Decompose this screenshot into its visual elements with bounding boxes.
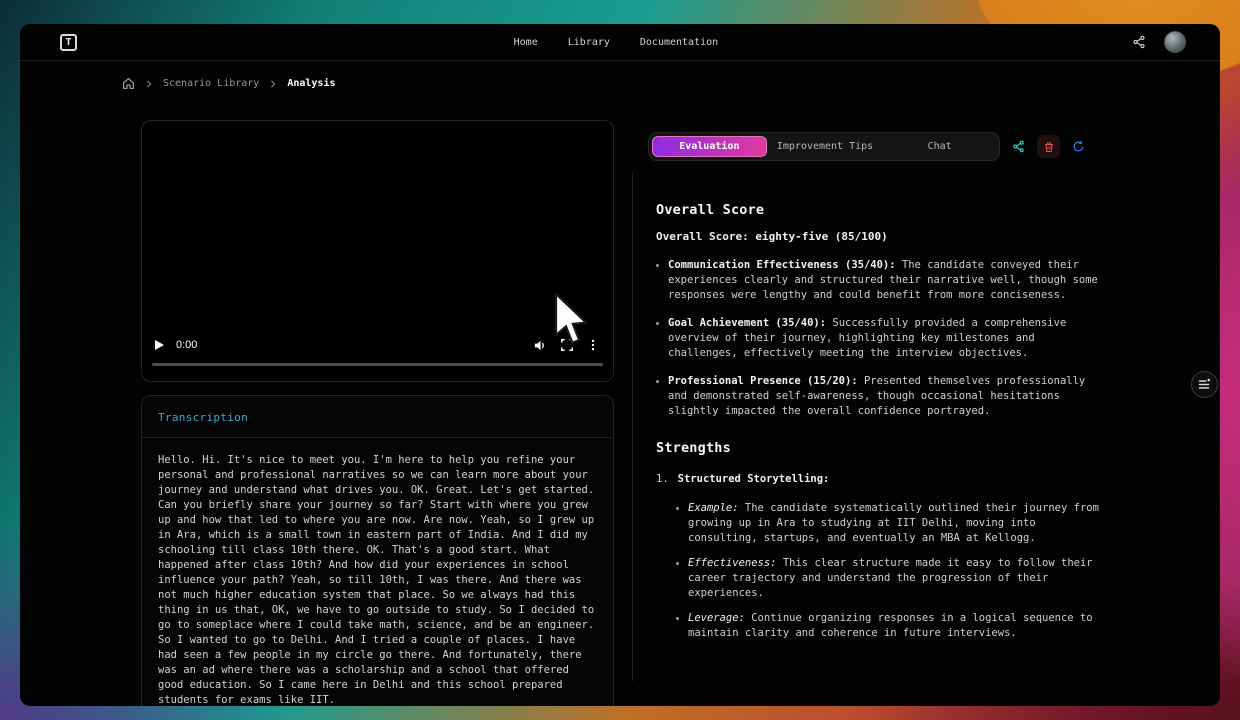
video-progress-bar[interactable] [152,363,603,366]
share-analysis-button[interactable] [1007,135,1030,158]
overall-score-value: Overall Score: eighty-five (85/100) [656,229,1106,244]
main-content: 0:00 [141,120,1220,706]
breadcrumb-scenario-library[interactable]: Scenario Library [163,78,259,89]
nav-item-home[interactable]: Home [514,37,538,48]
tab-row: Evaluation Improvement Tips Chat [648,132,1106,161]
sub-item-label: Leverage: [688,612,745,624]
trash-icon [1043,141,1055,153]
strength-name: Structured Storytelling: [678,472,830,487]
evaluation-content[interactable]: Overall Score Overall Score: eighty-five… [632,173,1106,681]
panel-toggle-button[interactable] [1191,371,1218,398]
tab-improvement-tips[interactable]: Improvement Tips [769,136,882,157]
nav-item-documentation[interactable]: Documentation [640,37,718,48]
refresh-button[interactable] [1067,135,1090,158]
score-list: Communication Effectiveness (35/40): The… [656,258,1106,419]
app-logo[interactable]: T [60,34,77,51]
video-controls: 0:00 [142,331,613,359]
bullet-icon [676,562,679,565]
bullet-icon [676,617,679,620]
nav-links: Home Library Documentation [514,37,719,48]
strength-item-title: 1. Structured Storytelling: [656,472,1106,487]
chevron-right-icon [269,80,277,88]
transcription-panel: Transcription Hello. Hi. It's nice to me… [141,395,614,706]
score-item: Goal Achievement (35/40): Successfully p… [656,316,1106,361]
top-nav: T Home Library Documentation [20,24,1220,61]
breadcrumb-analysis: Analysis [287,78,335,89]
list-item: Example: The candidate systematically ou… [676,501,1106,546]
avatar[interactable] [1164,31,1186,53]
score-item: Communication Effectiveness (35/40): The… [656,258,1106,303]
play-icon[interactable] [155,340,164,350]
breadcrumb: Scenario Library Analysis [122,77,1220,90]
strength-number: 1. [656,472,669,487]
bullet-icon [676,507,679,510]
bullet-icon [656,264,659,267]
right-column: Evaluation Improvement Tips Chat [632,120,1106,706]
sub-item-label: Example: [688,502,739,514]
share-icon[interactable] [1132,35,1146,49]
sub-item-text: Continue organizing responses in a logic… [688,612,1093,639]
topbar-right [1132,31,1186,53]
list-item: Leverage: Continue organizing responses … [676,611,1106,641]
score-item-label: Goal Achievement (35/40): [668,317,826,329]
list-settings-icon [1198,378,1211,391]
transcription-title: Transcription [142,396,613,438]
delete-button[interactable] [1037,135,1060,158]
strength-sublist: Example: The candidate systematically ou… [676,501,1106,641]
mouse-cursor [552,292,592,352]
list-item: Effectiveness: This clear structure made… [676,556,1106,601]
sub-item-label: Effectiveness: [688,557,777,569]
score-item-label: Professional Presence (15/20): [668,375,858,387]
video-time: 0:00 [176,339,197,351]
bullet-icon [656,322,659,325]
app-window: T Home Library Documentation Scenario Li… [20,24,1220,706]
share-icon [1012,140,1025,153]
transcription-text: Hello. Hi. It's nice to meet you. I'm he… [142,438,613,706]
nav-item-library[interactable]: Library [568,37,610,48]
overall-score-heading: Overall Score [656,203,1106,218]
volume-icon[interactable] [533,338,548,353]
score-item-label: Communication Effectiveness (35/40): [668,259,896,271]
refresh-icon [1072,140,1085,153]
tab-chat[interactable]: Chat [883,136,996,157]
tab-bar: Evaluation Improvement Tips Chat [648,132,1000,161]
desktop: { "nav": { "logo": "T", "items": [ { "la… [0,0,1240,720]
score-item: Professional Presence (15/20): Presented… [656,374,1106,419]
sub-item-text: The candidate systematically outlined th… [688,502,1099,544]
left-column: 0:00 [141,120,614,706]
chevron-right-icon [145,80,153,88]
video-player[interactable]: 0:00 [141,120,614,382]
strengths-heading: Strengths [656,441,1106,456]
bullet-icon [656,380,659,383]
tab-evaluation[interactable]: Evaluation [652,136,767,157]
home-icon[interactable] [122,77,135,90]
